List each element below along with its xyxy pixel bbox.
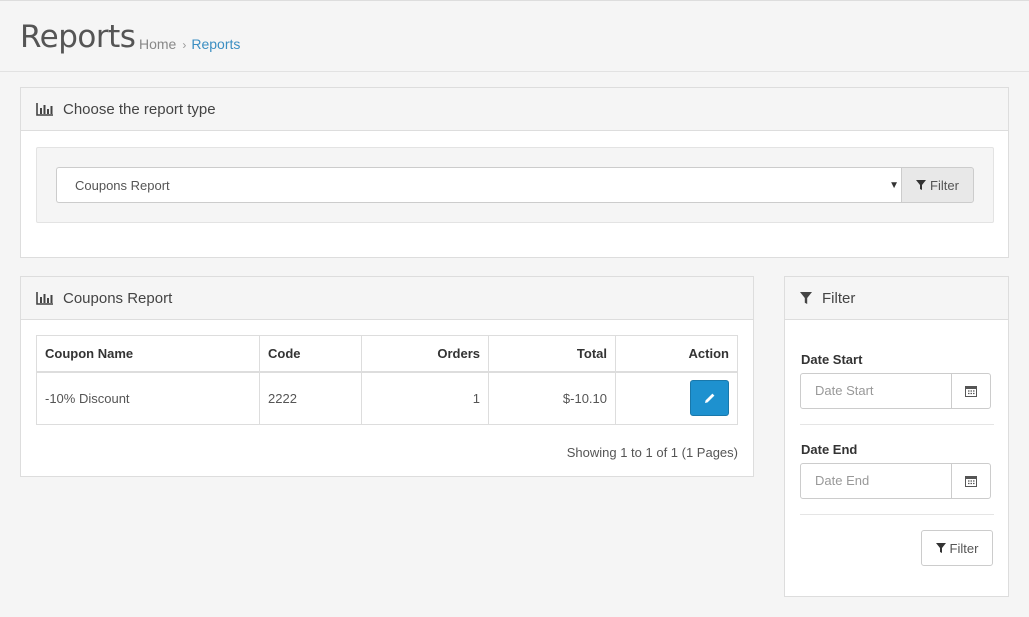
report-type-well: Coupons Report ▼ Filter	[36, 147, 994, 223]
col-orders[interactable]: Orders	[361, 335, 489, 373]
date-start-calendar-button[interactable]	[951, 373, 991, 409]
cell-orders: 1	[361, 371, 489, 425]
col-total[interactable]: Total	[488, 335, 616, 373]
report-type-select-value: Coupons Report	[75, 178, 170, 193]
pagination-info: Showing 1 to 1 of 1 (1 Pages)	[566, 445, 738, 460]
pencil-icon	[705, 393, 715, 404]
cell-code: 2222	[259, 371, 362, 425]
bar-chart-icon	[36, 102, 54, 116]
col-code[interactable]: Code	[259, 335, 362, 373]
divider	[800, 424, 994, 425]
edit-button[interactable]	[690, 380, 729, 417]
breadcrumb-reports[interactable]: Reports	[191, 36, 240, 52]
breadcrumb-home[interactable]: Home	[139, 36, 176, 52]
page-header: Reports Home › Reports	[0, 1, 1029, 72]
report-type-heading: Choose the report type	[21, 88, 1008, 131]
funnel-icon	[916, 180, 927, 190]
coupons-table: Coupon Name Code Orders Total Action -10…	[36, 335, 738, 425]
date-end-label: Date End	[801, 442, 858, 457]
calendar-icon	[965, 476, 977, 487]
cell-total: $-10.10	[488, 371, 616, 425]
filter-panel: Filter Date Start Date Start Date End Da…	[784, 276, 1009, 597]
cell-coupon-name: -10% Discount	[36, 371, 260, 425]
col-coupon-name[interactable]: Coupon Name	[36, 335, 260, 373]
caret-down-icon: ▼	[889, 180, 899, 191]
coupons-report-panel: Coupons Report Coupon Name Code Orders T…	[20, 276, 754, 477]
report-type-filter-label: Filter	[930, 177, 959, 193]
table-row: -10% Discount 2222 1 $-10.10	[36, 371, 738, 425]
date-end-calendar-button[interactable]	[951, 463, 991, 499]
breadcrumb: Home › Reports	[139, 36, 240, 52]
breadcrumb-separator: ›	[182, 38, 187, 52]
cell-action	[615, 371, 738, 425]
date-end-input[interactable]: Date End	[800, 463, 952, 499]
date-start-input[interactable]: Date Start	[800, 373, 952, 409]
filter-heading: Filter	[785, 277, 1008, 320]
report-type-panel: Choose the report type Coupons Report ▼ …	[20, 87, 1009, 258]
col-action: Action	[615, 335, 738, 373]
calendar-icon	[965, 386, 977, 397]
coupons-report-heading: Coupons Report	[21, 277, 753, 320]
funnel-icon	[800, 291, 812, 305]
funnel-icon	[935, 543, 946, 553]
report-type-select[interactable]: Coupons Report ▼	[56, 167, 902, 203]
filter-button-label: Filter	[949, 540, 979, 556]
page-title: Reports	[20, 19, 136, 55]
filter-title: Filter	[822, 289, 856, 307]
coupons-report-title: Coupons Report	[63, 289, 173, 307]
table-header-row: Coupon Name Code Orders Total Action	[36, 335, 738, 373]
bar-chart-icon	[36, 291, 54, 305]
divider	[800, 514, 994, 515]
report-type-filter-button[interactable]: Filter	[901, 167, 974, 203]
filter-button[interactable]: Filter	[921, 530, 993, 566]
date-start-label: Date Start	[801, 352, 863, 367]
report-type-title: Choose the report type	[63, 100, 216, 118]
